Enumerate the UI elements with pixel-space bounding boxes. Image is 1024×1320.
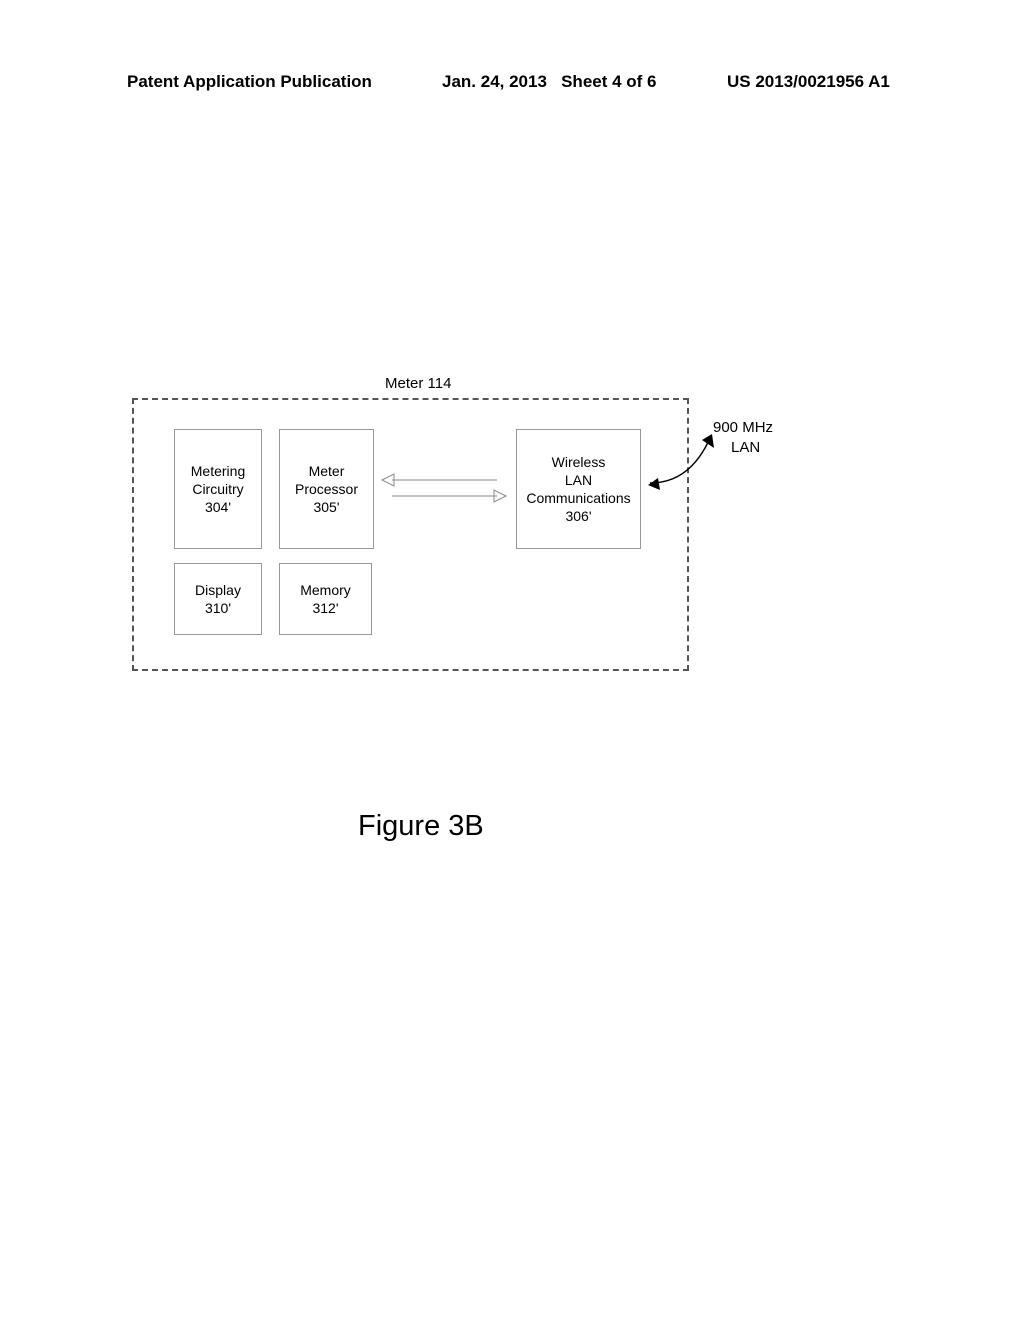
page-header: Patent Application Publication Jan. 24, … xyxy=(127,72,949,92)
figure-label: Figure 3B xyxy=(358,810,484,843)
metering-circuitry-block: Metering Circuitry 304' xyxy=(174,429,262,549)
date-label: Jan. 24, 2013 xyxy=(442,72,547,91)
block-line: Communications xyxy=(526,489,630,507)
meter-title: Meter 114 xyxy=(385,375,451,392)
date-sheet: Jan. 24, 2013 Sheet 4 of 6 xyxy=(442,72,657,92)
display-block: Display 310' xyxy=(174,563,262,635)
block-line: LAN xyxy=(565,471,592,489)
meter-box: Metering Circuitry 304' Meter Processor … xyxy=(132,398,689,671)
block-ref: 305' xyxy=(313,498,339,516)
block-line: Metering xyxy=(191,462,245,480)
block-line: Circuitry xyxy=(192,480,243,498)
block-line: Display xyxy=(195,581,241,599)
block-line: Processor xyxy=(295,480,358,498)
lan-label: 900 MHz LAN xyxy=(713,418,773,457)
block-line: Memory xyxy=(300,581,351,599)
block-line: Meter xyxy=(309,462,345,480)
block-ref: 306' xyxy=(565,507,591,525)
publication-label: Patent Application Publication xyxy=(127,72,372,92)
wireless-lan-block: Wireless LAN Communications 306' xyxy=(516,429,641,549)
meter-processor-block: Meter Processor 305' xyxy=(279,429,374,549)
lan-text: LAN xyxy=(731,438,773,458)
lan-freq: 900 MHz xyxy=(713,418,773,438)
block-ref: 310' xyxy=(205,599,231,617)
sheet-label: Sheet 4 of 6 xyxy=(561,72,656,91)
patent-number: US 2013/0021956 A1 xyxy=(727,72,890,92)
memory-block: Memory 312' xyxy=(279,563,372,635)
block-ref: 304' xyxy=(205,498,231,516)
block-line: Wireless xyxy=(552,453,606,471)
bidirectional-arrow xyxy=(374,468,514,508)
block-ref: 312' xyxy=(312,599,338,617)
